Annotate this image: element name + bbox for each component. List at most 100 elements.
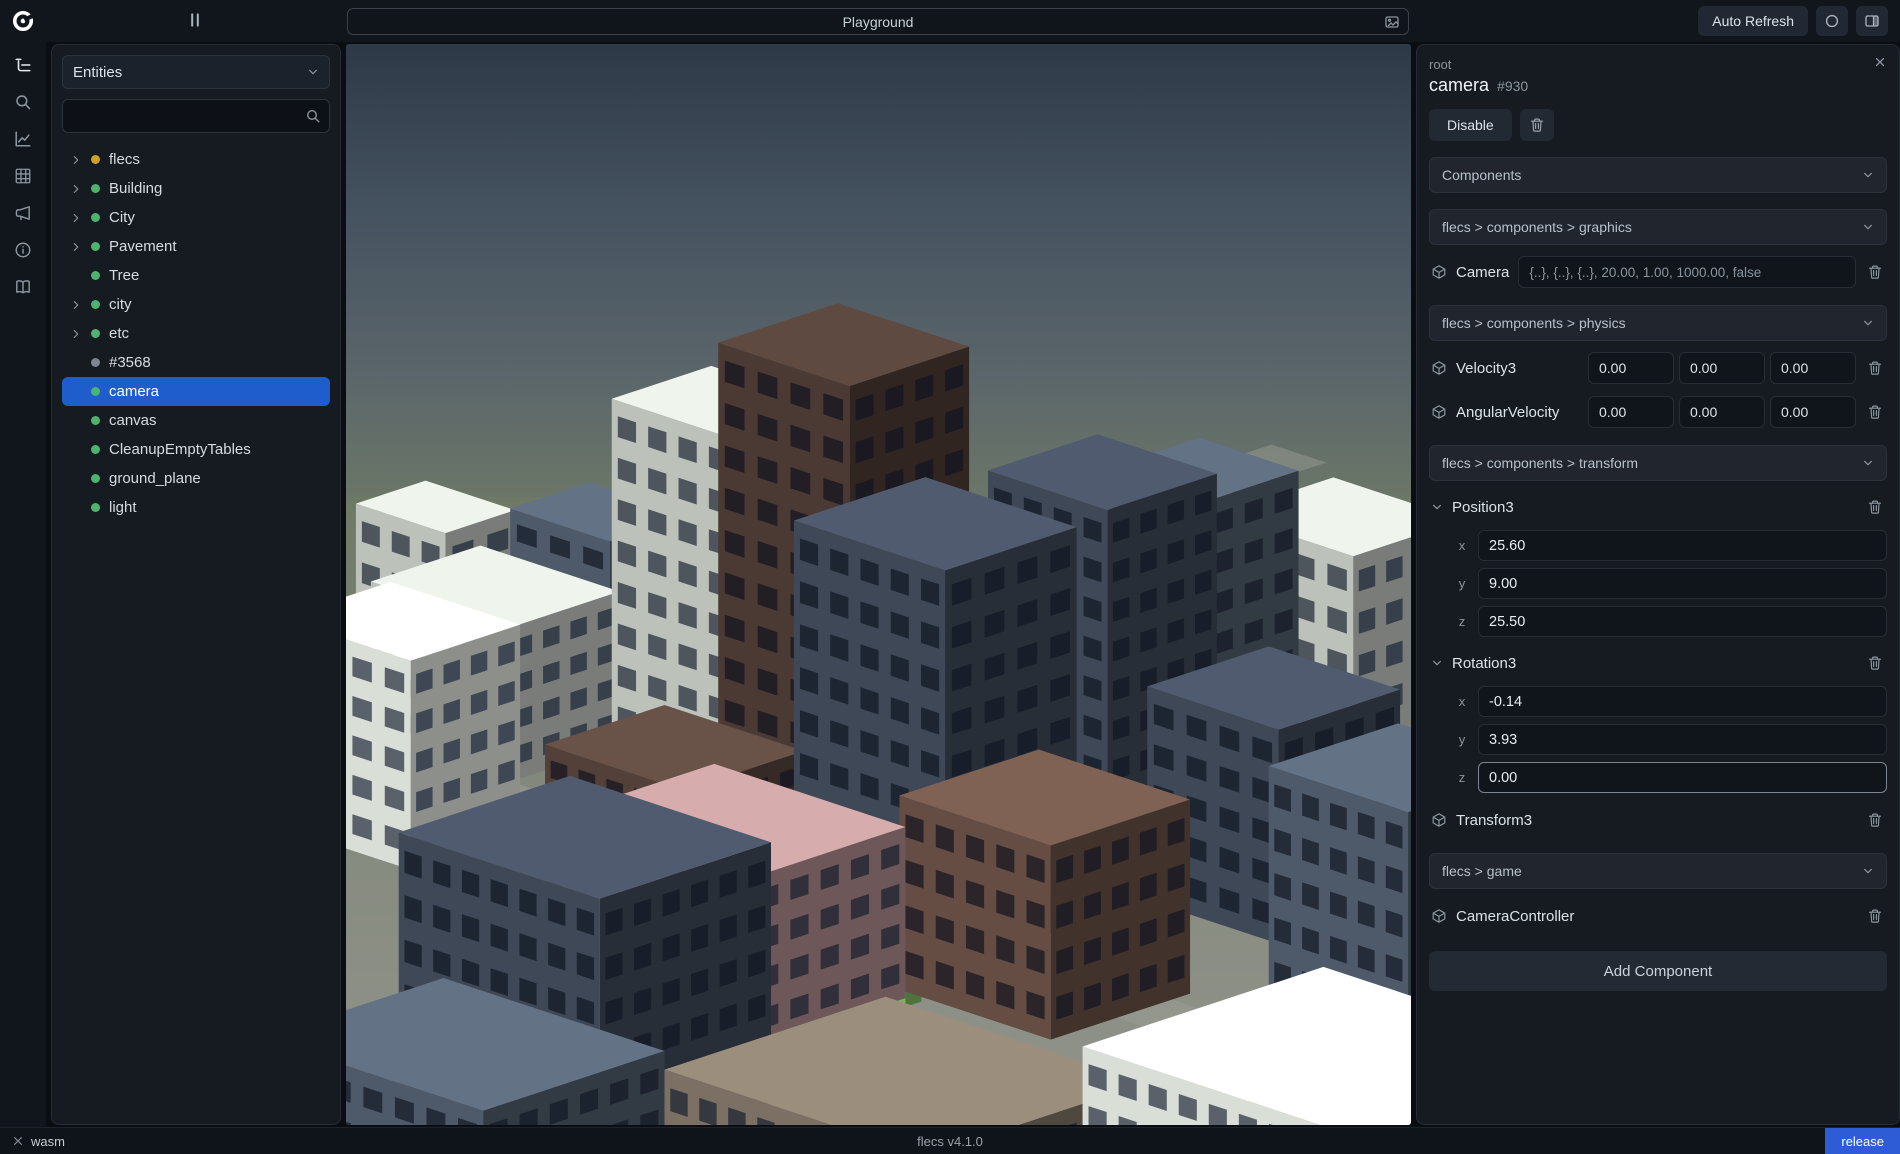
delete-angular-velocity-component-button[interactable] — [1865, 404, 1885, 420]
rotation3-group-header[interactable]: Rotation3 — [1429, 647, 1887, 679]
tree-item-label: city — [109, 296, 132, 313]
tree-item-ground-plane[interactable]: ground_plane — [62, 464, 330, 493]
component-cube-icon — [1431, 908, 1447, 924]
tree-item-tree[interactable]: Tree — [62, 261, 330, 290]
chevron-down-icon — [1431, 657, 1443, 669]
camera-value-field[interactable]: {..}, {..}, {..}, 20.00, 1.00, 1000.00, … — [1518, 256, 1856, 288]
rail-tables-grid-icon[interactable] — [14, 167, 32, 185]
chevron-right-icon[interactable] — [70, 299, 82, 311]
component-row-velocity3: Velocity3 0.00 0.00 0.00 — [1429, 351, 1887, 385]
disable-button[interactable]: Disable — [1429, 109, 1512, 141]
tree-item-canvas[interactable]: canvas — [62, 406, 330, 435]
tree-item-building[interactable]: Building — [62, 174, 330, 203]
component-name-camera-controller[interactable]: CameraController — [1456, 908, 1574, 925]
velocity-x-field[interactable]: 0.00 — [1588, 352, 1674, 384]
delete-transform3-component-button[interactable] — [1865, 812, 1885, 828]
chevron-right-icon[interactable] — [70, 212, 82, 224]
tree-item-city[interactable]: city — [62, 290, 330, 319]
rail-stats-chart-icon[interactable] — [14, 130, 32, 148]
axis-label-x: x — [1456, 538, 1468, 553]
chevron-right-icon[interactable] — [70, 241, 82, 253]
delete-entity-button[interactable] — [1520, 109, 1554, 141]
position-y-field[interactable]: 9.00 — [1478, 568, 1887, 599]
position-x-field[interactable]: 25.60 — [1478, 530, 1887, 561]
position-x-row: x 25.60 — [1456, 530, 1887, 561]
wasm-icon — [12, 1135, 24, 1147]
chevron-right-icon[interactable] — [70, 183, 82, 195]
flecs-explorer-app: Playground Auto Refresh Entities — [0, 0, 1900, 1154]
angular-velocity-x-field[interactable]: 0.00 — [1588, 396, 1674, 428]
city-scene-canvas[interactable] — [346, 44, 1411, 1125]
entity-dot — [91, 416, 100, 425]
pause-icon[interactable] — [186, 11, 204, 29]
tree-item-camera[interactable]: camera — [62, 377, 330, 406]
add-component-button[interactable]: Add Component — [1429, 951, 1887, 991]
delete-rotation3-component-button[interactable] — [1865, 655, 1885, 671]
rail-commands-megaphone-icon[interactable] — [14, 204, 32, 222]
auto-refresh-button[interactable]: Auto Refresh — [1698, 6, 1808, 36]
section-physics-title: flecs > components > physics — [1442, 315, 1626, 331]
tree-item-flecs[interactable]: flecs — [62, 145, 330, 174]
close-icon[interactable] — [1873, 55, 1887, 69]
position-z-field[interactable]: 25.50 — [1478, 606, 1887, 637]
section-game-header[interactable]: flecs > game — [1429, 853, 1887, 889]
entity-dot — [91, 213, 100, 222]
chevron-right-icon[interactable] — [70, 328, 82, 340]
rotation-x-field[interactable]: -0.14 — [1478, 686, 1887, 717]
tree-item-label: camera — [109, 383, 159, 400]
tree-item-3568[interactable]: #3568 — [62, 348, 330, 377]
delete-velocity3-component-button[interactable] — [1865, 360, 1885, 376]
component-name-camera[interactable]: Camera — [1456, 264, 1509, 281]
entity-search — [62, 99, 330, 133]
version-label: flecs v4.1.0 — [917, 1134, 983, 1149]
section-physics-header[interactable]: flecs > components > physics — [1429, 305, 1887, 341]
tree-item-label: ground_plane — [109, 470, 201, 487]
tree-item-cleanup-empty-tables[interactable]: CleanupEmptyTables — [62, 435, 330, 464]
components-header-label: Components — [1442, 167, 1521, 183]
rotation-y-field[interactable]: 3.93 — [1478, 724, 1887, 755]
component-row-angular-velocity: AngularVelocity 0.00 0.00 0.00 — [1429, 395, 1887, 429]
rotation-z-field[interactable]: 0.00 — [1478, 762, 1887, 793]
angular-velocity-z-field[interactable]: 0.00 — [1770, 396, 1856, 428]
velocity-y-field[interactable]: 0.00 — [1679, 352, 1765, 384]
chevron-right-icon[interactable] — [70, 154, 82, 166]
section-transform-header[interactable]: flecs > components > transform — [1429, 445, 1887, 481]
component-name-rotation3: Rotation3 — [1452, 655, 1516, 672]
record-circle-button[interactable] — [1816, 6, 1848, 36]
entities-selector[interactable]: Entities — [62, 55, 330, 89]
entity-dot — [91, 184, 100, 193]
scene-viewport[interactable] — [346, 44, 1411, 1125]
component-row-camera: Camera {..}, {..}, {..}, 20.00, 1.00, 10… — [1429, 255, 1887, 289]
components-header[interactable]: Components — [1429, 157, 1887, 193]
rail-entities-tree-icon[interactable] — [14, 56, 32, 74]
chevron-down-icon — [1431, 501, 1443, 513]
rail-search-icon[interactable] — [14, 93, 32, 111]
component-name-transform3[interactable]: Transform3 — [1456, 812, 1532, 829]
angular-velocity-y-field[interactable]: 0.00 — [1679, 396, 1765, 428]
rail-docs-book-icon[interactable] — [14, 278, 32, 296]
chevron-down-icon — [1862, 169, 1874, 181]
screenshot-icon[interactable] — [1384, 14, 1400, 30]
delete-camera-controller-component-button[interactable] — [1865, 908, 1885, 924]
velocity-z-field[interactable]: 0.00 — [1770, 352, 1856, 384]
position3-group-header[interactable]: Position3 — [1429, 491, 1887, 523]
tree-item-city-cap[interactable]: City — [62, 203, 330, 232]
entity-dot — [91, 300, 100, 309]
viewport-title-box: Playground — [347, 8, 1409, 35]
panel-toggle-button[interactable] — [1856, 6, 1888, 36]
flecs-logo-icon[interactable] — [12, 10, 34, 32]
component-name-angular-velocity[interactable]: AngularVelocity — [1456, 404, 1559, 421]
tree-item-light[interactable]: light — [62, 493, 330, 522]
section-graphics-header[interactable]: flecs > components > graphics — [1429, 209, 1887, 245]
chevron-down-icon — [1862, 865, 1874, 877]
tree-item-pavement[interactable]: Pavement — [62, 232, 330, 261]
delete-position3-component-button[interactable] — [1865, 499, 1885, 515]
entity-search-input[interactable] — [62, 99, 330, 133]
component-name-velocity3[interactable]: Velocity3 — [1456, 360, 1516, 377]
entity-dot — [91, 445, 100, 454]
statusbar-left: wasm — [0, 1128, 77, 1154]
rail-info-icon[interactable] — [14, 241, 32, 259]
axis-label-y: y — [1456, 576, 1468, 591]
delete-camera-component-button[interactable] — [1865, 264, 1885, 280]
tree-item-etc[interactable]: etc — [62, 319, 330, 348]
